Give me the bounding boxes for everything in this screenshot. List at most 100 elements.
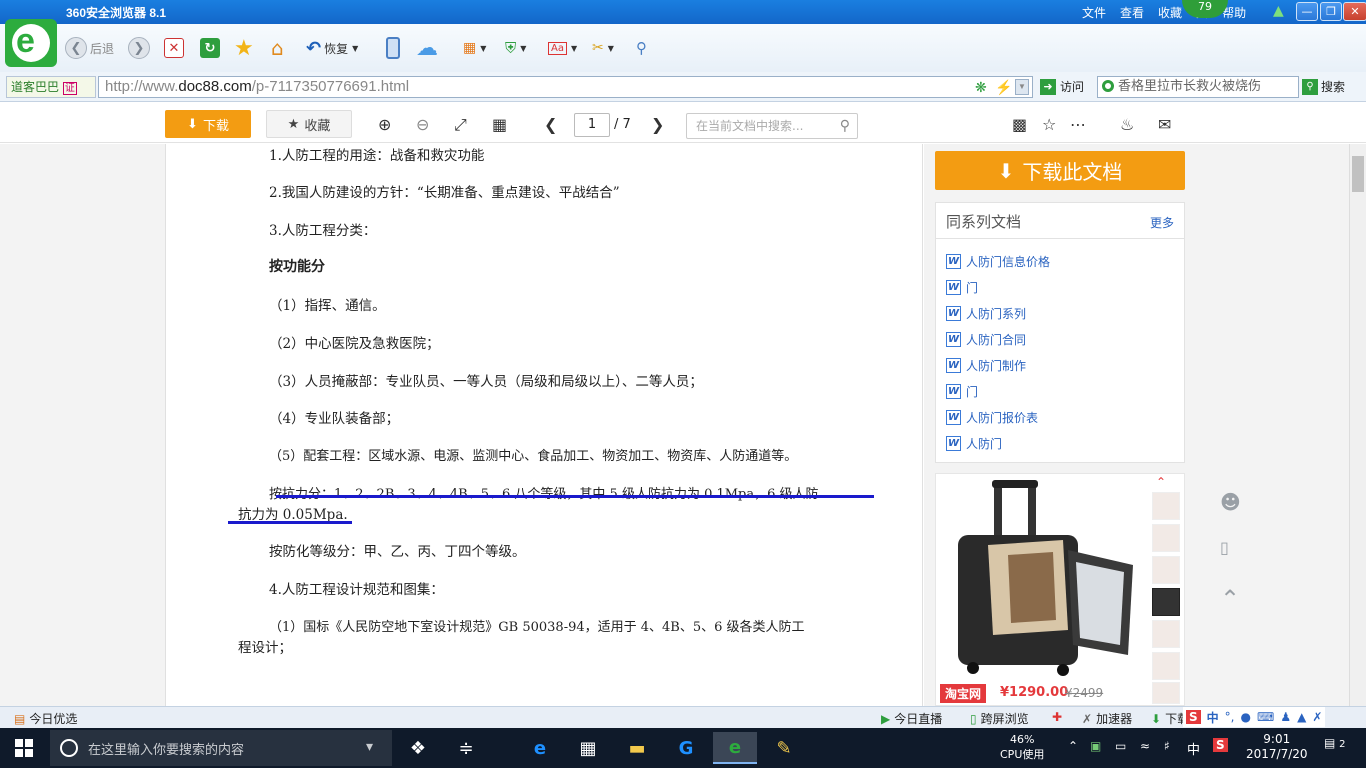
taskbar-app-g[interactable]: G [664, 732, 708, 764]
menu-file[interactable]: 文件 [1082, 4, 1106, 21]
prev-page-icon[interactable]: ❮ [544, 115, 557, 134]
restore-button[interactable]: ❐ [1320, 2, 1342, 21]
start-button[interactable] [0, 728, 48, 768]
nvidia-icon[interactable]: ▣ [1090, 739, 1101, 753]
menu-favorites[interactable]: 收藏 [1158, 4, 1182, 21]
menu-view[interactable]: 查看 [1120, 4, 1144, 21]
taskbar-app-edge[interactable]: e [518, 732, 562, 764]
text-icon: Aa [548, 41, 567, 55]
chevron-up-icon[interactable]: ⌃ [1156, 475, 1166, 489]
search-input[interactable]: 香格里拉市长救火被烧伤 [1097, 76, 1299, 98]
taskbar-app-360browser[interactable]: e [713, 732, 757, 764]
favorite-star-button[interactable]: ★ [234, 36, 254, 61]
address-dropdown-icon[interactable]: ▼ [1015, 79, 1029, 95]
zoom-button[interactable]: ⚲ [636, 36, 647, 60]
taskbar-search-box[interactable]: 在这里输入你要搜索的内容 ▾ [50, 730, 392, 766]
action-center-button[interactable]: ▤ 2 [1324, 736, 1346, 750]
taskbar-app-notes[interactable]: ✎ [762, 732, 806, 764]
thumbnail[interactable] [1152, 524, 1180, 552]
volume-icon[interactable]: ♯ [1164, 739, 1170, 753]
taobao-ad[interactable]: ⌃ 淘宝网 ¥1290.00 ¥2499 [935, 473, 1185, 706]
skin-icon[interactable]: ▲ [1273, 3, 1284, 19]
download-document-button[interactable]: ⬇ 下载此文档 [935, 151, 1185, 190]
screenshot-button[interactable]: ✂ ▼ [592, 36, 614, 60]
series-item[interactable]: W 人防门系列 [946, 305, 1026, 322]
browser-logo[interactable]: e [5, 19, 57, 67]
wechat-icon[interactable]: ☻ [1220, 490, 1241, 514]
back-to-top-icon[interactable]: ⌃ [1220, 585, 1240, 613]
app-icon[interactable]: ▯ [1220, 538, 1229, 557]
medical-icon[interactable]: ✚ [1052, 710, 1062, 724]
scrollbar-thumb[interactable] [1352, 156, 1364, 192]
star-outline-icon[interactable]: ☆ [1042, 115, 1056, 134]
grid-view-icon[interactable]: ▦ [492, 115, 507, 134]
thumbnail[interactable] [1152, 556, 1180, 584]
favorite-button[interactable]: ★ 收藏 [266, 110, 352, 138]
visit-button[interactable]: ➜ 访问 [1040, 76, 1084, 98]
home-button[interactable]: ⌂ [271, 36, 284, 60]
taskbar-app-taskview[interactable]: ❖ [396, 732, 440, 764]
cloud-button[interactable]: ☁ [416, 36, 438, 61]
thumbnail[interactable] [1152, 652, 1180, 680]
thumbnail-selected[interactable] [1152, 588, 1180, 616]
minimize-button[interactable]: — [1296, 2, 1318, 21]
taskbar-app-explorer[interactable]: ▬ [615, 732, 659, 764]
series-item[interactable]: W 人防门制作 [946, 357, 1026, 374]
restore-tab-button[interactable]: ↶ 恢复 ▼ [306, 36, 358, 60]
thumbnail[interactable] [1152, 682, 1180, 704]
fullscreen-icon[interactable]: ⤢ [454, 115, 467, 135]
wifi-icon[interactable]: ≈ [1140, 739, 1150, 753]
message-icon[interactable]: ✉ [1158, 115, 1171, 134]
ime-indicator[interactable]: 中 [1187, 739, 1200, 758]
series-item[interactable]: W门 [946, 383, 978, 400]
accelerator-button[interactable]: ✗ 加速器 [1082, 710, 1132, 727]
address-input[interactable]: http://www.doc88.com/p-7117350776691.htm… [98, 76, 1033, 98]
cross-screen-button[interactable]: ▯ 跨屏浏览 [970, 710, 1029, 727]
next-page-icon[interactable]: ❯ [651, 115, 664, 134]
battery-icon[interactable]: ▭ [1115, 739, 1126, 753]
microphone-icon[interactable]: ▾ [366, 739, 373, 755]
today-pick-button[interactable]: ▤ 今日优选 [14, 710, 77, 727]
cpu-usage[interactable]: 46% CPU使用 [1000, 732, 1044, 762]
refresh-button[interactable]: ↻ [200, 36, 220, 60]
more-link[interactable]: 更多 [1150, 214, 1174, 231]
sogou-ime-bar[interactable]: S 中 °, ● ⌨ ♟ ▲ ✗ [1183, 707, 1326, 727]
download-button[interactable]: ⬇ 下载 [165, 110, 251, 138]
back-button[interactable]: ❮ 后退 [65, 36, 114, 60]
bell-icon[interactable]: ♨ [1120, 115, 1134, 134]
tool-icon: ✗ [1312, 710, 1323, 724]
thumbnail[interactable] [1152, 492, 1180, 520]
status-bar: ▤ 今日优选 ▶ 今日直播 ▯ 跨屏浏览 ✚ ✗ 加速器 ⬇ 下载 S 中 °,… [0, 706, 1366, 728]
series-item[interactable]: W门 [946, 279, 978, 296]
translate-button[interactable]: Aa ▼ [548, 36, 577, 60]
qr-code-icon[interactable]: ▩ [1012, 115, 1027, 134]
left-margin [0, 144, 165, 706]
site-identity-chip[interactable]: 道客巴巴 证 [6, 76, 96, 98]
series-item[interactable]: W 人防门信息价格 [946, 253, 1050, 270]
stop-button[interactable]: ✕ [164, 36, 184, 60]
zoom-out-icon[interactable]: ⊖ [416, 115, 429, 134]
phone-button[interactable] [386, 36, 400, 60]
vertical-scrollbar[interactable] [1349, 144, 1366, 706]
lightning-icon[interactable]: ⚡ [995, 77, 1012, 97]
taskbar-app-browser2[interactable]: ≑ [444, 732, 488, 764]
taobao-logo: 淘宝网 [940, 684, 987, 703]
sogou-tray-icon[interactable]: S [1213, 738, 1228, 752]
taskbar-app-store[interactable]: ▦ [566, 732, 610, 764]
security-button[interactable]: ⛨ ▼ [505, 36, 526, 60]
document-search-input[interactable]: 在当前文档中搜索... ⚲ [686, 113, 858, 139]
tray-expand-icon[interactable]: ⌃ [1068, 739, 1078, 753]
zoom-in-icon[interactable]: ⊕ [378, 115, 391, 134]
close-button[interactable]: ✕ [1343, 2, 1366, 21]
series-item[interactable]: W 人防门报价表 [946, 409, 1038, 426]
more-icon[interactable]: ⋯ [1070, 115, 1086, 134]
search-button[interactable]: ⚲ 搜索 [1302, 76, 1345, 98]
page-number-input[interactable]: 1 [574, 113, 610, 137]
clock[interactable]: 9:01 2017/7/20 [1246, 732, 1308, 762]
live-button[interactable]: ▶ 今日直播 [881, 710, 942, 727]
apps-button[interactable]: ▦ ▼ [463, 36, 486, 60]
series-item[interactable]: W 人防门合同 [946, 331, 1026, 348]
thumbnail[interactable] [1152, 620, 1180, 648]
forward-button[interactable]: ❯ [128, 36, 150, 60]
series-item[interactable]: W 人防门 [946, 435, 1002, 452]
